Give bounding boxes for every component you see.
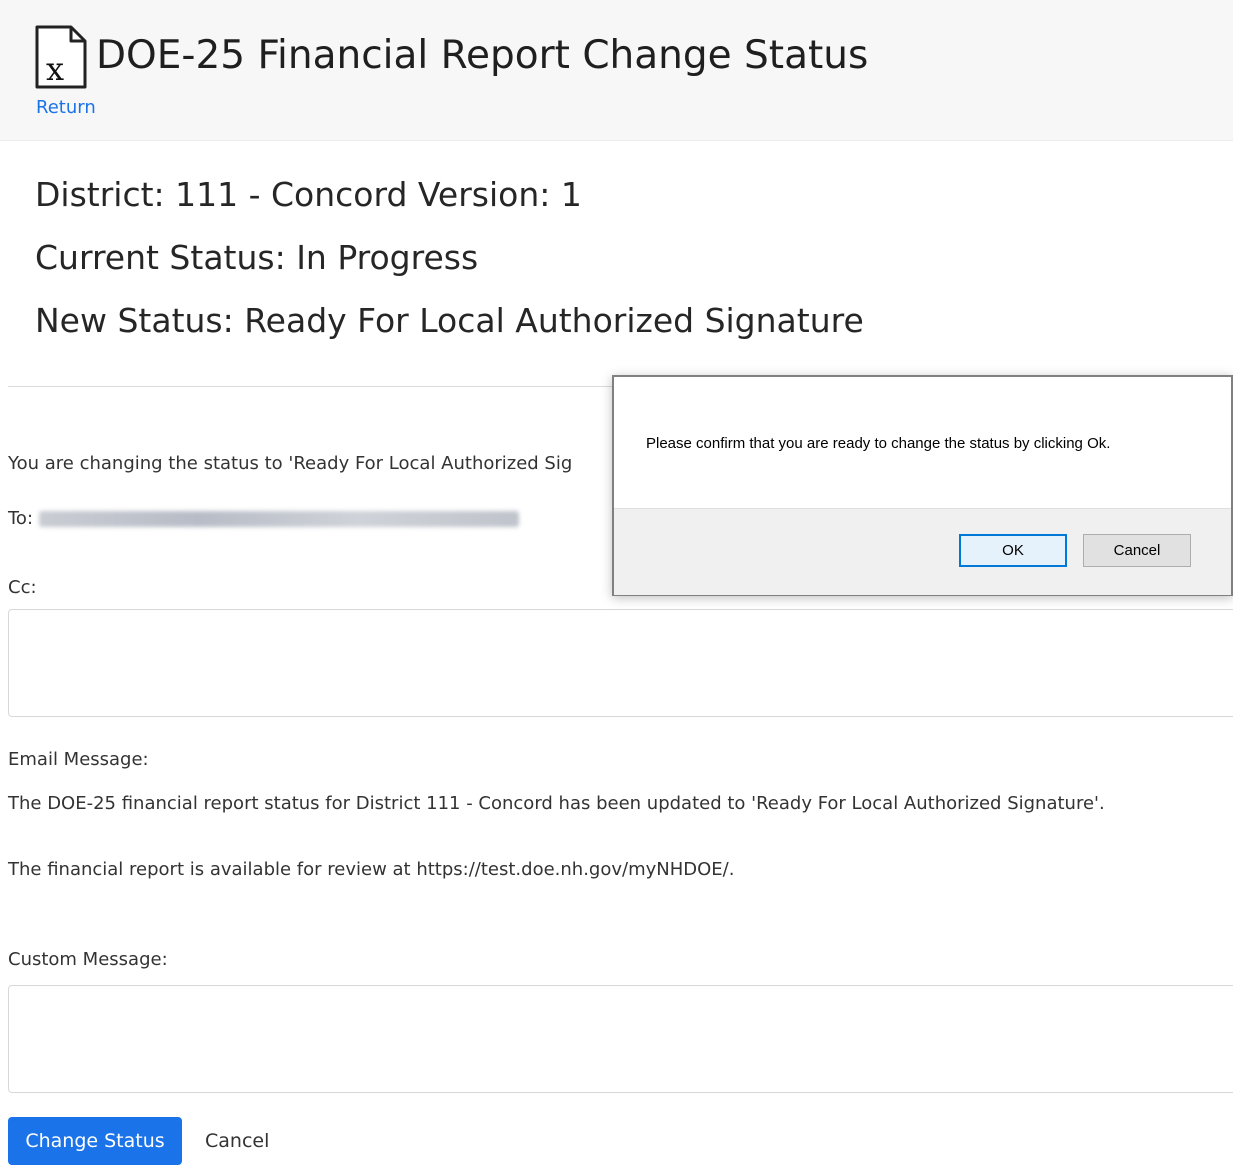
to-row: To: [8, 507, 520, 531]
page-title: DOE-25 Financial Report Change Status [96, 33, 869, 78]
dialog-ok-button[interactable]: OK [959, 534, 1067, 567]
current-status-text: Current Status: In Progress [35, 238, 479, 277]
cc-field[interactable] [8, 609, 1233, 717]
svg-text:x: x [46, 50, 64, 88]
change-status-button[interactable]: Change Status [8, 1117, 182, 1165]
custom-message-field[interactable] [8, 985, 1233, 1093]
return-link[interactable]: Return [36, 96, 96, 120]
to-label: To: [8, 508, 34, 529]
excel-file-icon: x [35, 25, 87, 89]
cancel-button[interactable]: Cancel [205, 1117, 269, 1165]
custom-message-label: Custom Message: [8, 949, 168, 970]
email-message-line-1: The DOE-25 financial report status for D… [8, 793, 1105, 814]
email-message-label: Email Message: [8, 749, 149, 770]
dialog-message: Please confirm that you are ready to cha… [646, 435, 1111, 452]
page-header: x DOE-25 Financial Report Change Status … [0, 0, 1233, 141]
district-version-text: District: 111 - Concord Version: 1 [35, 175, 582, 214]
redacted-recipient [39, 511, 520, 527]
confirm-dialog: Please confirm that you are ready to cha… [612, 375, 1233, 596]
dialog-cancel-button[interactable]: Cancel [1083, 534, 1191, 567]
changing-status-text: You are changing the status to 'Ready Fo… [8, 453, 573, 474]
dialog-footer: OK Cancel [614, 508, 1231, 595]
email-message-line-2: The financial report is available for re… [8, 859, 735, 880]
new-status-text: New Status: Ready For Local Authorized S… [35, 301, 864, 340]
cc-label: Cc: [8, 577, 37, 598]
